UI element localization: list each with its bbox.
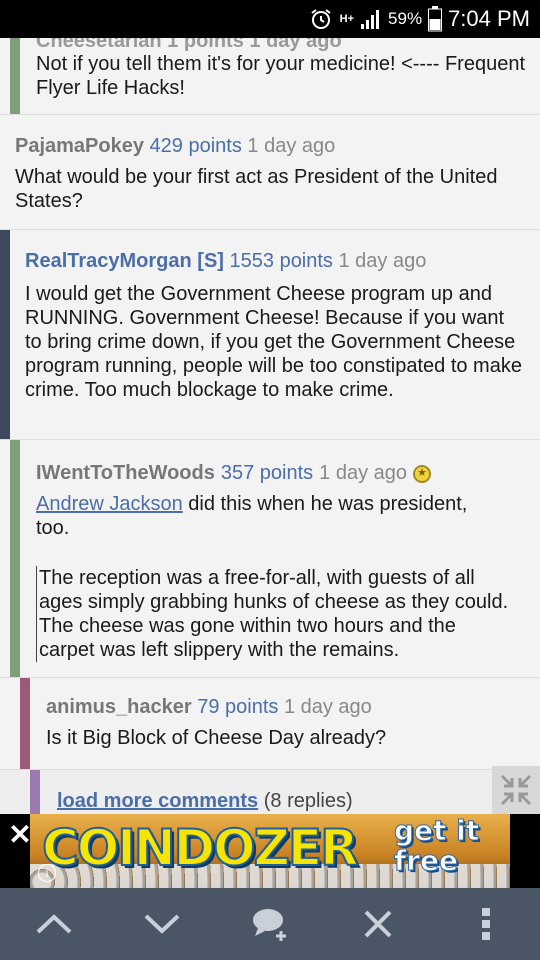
- reply-count: (8 replies): [263, 790, 353, 812]
- comment-body: Not if you tell them it's for your medic…: [36, 53, 525, 99]
- ad-banner[interactable]: COINDOZER get it free ✕ i: [0, 814, 540, 888]
- comment[interactable]: IWentToTheWoods 357 points 1 day ago ★ A…: [0, 440, 540, 678]
- comment-meta: PajamaPokey 429 points 1 day ago: [15, 135, 335, 158]
- comment-plus-icon: [253, 909, 286, 941]
- more-vertical-icon: [482, 908, 490, 940]
- battery-icon: [428, 6, 443, 32]
- comment-time: 1 day ago: [283, 696, 372, 718]
- comment-body: What would be your first act as Presiden…: [15, 166, 498, 212]
- comment-body: Is it Big Block of Cheese Day already?: [46, 727, 387, 749]
- ad-title: COINDOZER: [41, 819, 360, 877]
- comment-points: 1553 points: [229, 250, 333, 272]
- comment-meta-partial: Cheesetarian 1 points 1 day ago: [36, 38, 342, 52]
- collapse-button[interactable]: [492, 766, 540, 814]
- comment[interactable]: PajamaPokey 429 points 1 day ago What wo…: [0, 115, 540, 230]
- previous-comment-button[interactable]: [24, 894, 84, 954]
- comment-time: 1 day ago: [338, 250, 427, 272]
- ad-image[interactable]: COINDOZER get it free: [30, 814, 510, 888]
- ad-close-icon[interactable]: ✕: [5, 820, 35, 850]
- thread-depth-bar: [0, 230, 10, 439]
- chevron-down-icon: [144, 914, 180, 934]
- load-more-comments-link[interactable]: load more comments: [57, 790, 258, 812]
- ad-cta: get it free: [394, 814, 480, 877]
- reply-button[interactable]: [240, 894, 300, 954]
- comment-meta: RealTracyMorgan [S] 1553 points 1 day ag…: [25, 250, 426, 273]
- battery-percent: 59%: [388, 9, 423, 28]
- comment-author[interactable]: IWentToTheWoods: [36, 462, 215, 485]
- comment[interactable]: RealTracyMorgan [S] 1553 points 1 day ag…: [0, 230, 540, 440]
- next-comment-button[interactable]: [132, 894, 192, 954]
- network-type-icon: H+: [339, 13, 355, 25]
- comment-time: 1 day ago: [319, 462, 408, 484]
- thread-depth-bar: [10, 38, 20, 114]
- comment-author[interactable]: animus_hacker: [46, 696, 192, 718]
- clock: 7:04 PM: [448, 6, 530, 31]
- signal-icon: [360, 8, 382, 30]
- collapse-arrows-icon: [500, 774, 532, 806]
- comment-body: Andrew Jackson did this when he was pres…: [36, 492, 506, 540]
- load-more: load more comments (8 replies): [57, 790, 353, 813]
- comment-points: 429 points: [149, 135, 242, 157]
- comment-meta: animus_hacker 79 points 1 day ago: [46, 696, 372, 719]
- comment-quote: The reception was a free-for-all, with g…: [36, 566, 516, 662]
- thread-depth-bar: [30, 770, 40, 814]
- comment-author[interactable]: PajamaPokey: [15, 135, 144, 157]
- gold-star-icon: ★: [413, 464, 432, 483]
- comment-body: I would get the Government Cheese progra…: [25, 283, 522, 401]
- comment[interactable]: animus_hacker 79 points 1 day ago Is it …: [0, 678, 540, 770]
- status-icons: H+ 59% 7:04 PM: [308, 0, 530, 38]
- chevron-up-icon: [36, 914, 72, 934]
- ad-info-icon[interactable]: i: [38, 864, 56, 882]
- overflow-menu-button[interactable]: [456, 894, 516, 954]
- close-icon: [364, 910, 392, 938]
- comment-author[interactable]: RealTracyMorgan [S]: [25, 250, 224, 272]
- thread-depth-bar: [20, 678, 30, 769]
- load-more-row[interactable]: load more comments (8 replies): [0, 770, 540, 814]
- alarm-icon: [308, 6, 334, 32]
- comment[interactable]: Cheesetarian 1 points 1 day ago Not if y…: [0, 38, 540, 115]
- comment-feed[interactable]: Cheesetarian 1 points 1 day ago Not if y…: [0, 38, 540, 814]
- comment-meta: IWentToTheWoods 357 points 1 day ago ★: [36, 462, 432, 485]
- thread-depth-bar: [10, 440, 20, 677]
- status-bar: H+ 59% 7:04 PM: [0, 0, 540, 38]
- close-button[interactable]: [348, 894, 408, 954]
- comment-link[interactable]: Andrew Jackson: [36, 493, 183, 515]
- comment-points: 357 points: [220, 462, 314, 484]
- comment-points: 79 points: [197, 696, 279, 718]
- comment-time: 1 day ago: [247, 135, 336, 157]
- bottom-navigation: [0, 888, 540, 960]
